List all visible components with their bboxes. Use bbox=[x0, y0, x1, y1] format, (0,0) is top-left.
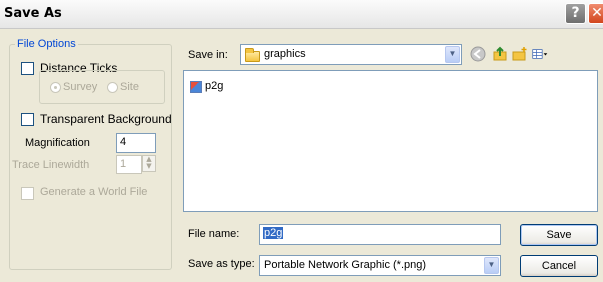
window-title: Save As bbox=[4, 6, 62, 21]
magnification-label: Magnification bbox=[25, 137, 90, 149]
folder-icon bbox=[245, 48, 260, 62]
save-as-type-value: Portable Network Graphic (*.png) bbox=[264, 259, 427, 271]
view-menu-icon[interactable] bbox=[532, 46, 548, 62]
file-name-label: p2g bbox=[205, 80, 224, 92]
list-item[interactable]: p2g bbox=[188, 80, 228, 95]
site-label: Site bbox=[120, 81, 139, 93]
chevron-down-icon[interactable]: ▼ bbox=[445, 46, 460, 63]
world-file-checkbox[interactable] bbox=[21, 187, 34, 200]
back-icon[interactable] bbox=[470, 46, 486, 62]
save-in-label: Save in: bbox=[188, 49, 228, 61]
save-as-type-combo[interactable]: Portable Network Graphic (*.png) ▼ bbox=[259, 255, 501, 276]
trace-linewidth-spinner[interactable]: ▲ ▼ bbox=[142, 155, 156, 172]
new-folder-icon[interactable] bbox=[512, 46, 528, 62]
close-button[interactable]: ✕ bbox=[588, 3, 603, 24]
file-list[interactable]: p2g bbox=[183, 70, 598, 212]
world-file-label: Generate a World File bbox=[40, 186, 148, 198]
site-radio[interactable] bbox=[107, 82, 118, 93]
survey-radio[interactable] bbox=[50, 82, 61, 93]
cancel-button[interactable]: Cancel bbox=[520, 255, 598, 277]
up-folder-icon[interactable] bbox=[492, 46, 508, 62]
help-button[interactable]: ? bbox=[565, 3, 586, 24]
distance-ticks-checkbox[interactable] bbox=[21, 62, 34, 75]
survey-label: Survey bbox=[63, 81, 98, 93]
save-button[interactable]: Save bbox=[520, 224, 598, 246]
save-as-dialog: Save As ? ✕ File Options Distance Ticks … bbox=[0, 0, 603, 282]
chevron-down-icon[interactable]: ▼ bbox=[484, 257, 499, 274]
file-name-label: File name: bbox=[188, 228, 240, 240]
magnification-input[interactable]: 4 bbox=[116, 133, 156, 153]
trace-linewidth-label: Trace Linewidth bbox=[12, 159, 90, 171]
trace-linewidth-input[interactable]: 1 bbox=[116, 155, 142, 174]
file-name-input[interactable]: p2g bbox=[259, 224, 501, 245]
title-bar: Save As ? ✕ bbox=[0, 0, 603, 29]
file-name-value: p2g bbox=[263, 227, 284, 239]
save-in-value: graphics bbox=[264, 48, 306, 60]
save-in-combo[interactable]: graphics ▼ bbox=[240, 44, 462, 65]
save-as-type-label: Save as type: bbox=[188, 258, 255, 270]
transparent-background-checkbox[interactable] bbox=[21, 113, 34, 126]
file-options-legend: File Options bbox=[15, 38, 78, 50]
file-icon bbox=[190, 81, 202, 93]
transparent-background-label: Transparent Background bbox=[40, 112, 172, 126]
